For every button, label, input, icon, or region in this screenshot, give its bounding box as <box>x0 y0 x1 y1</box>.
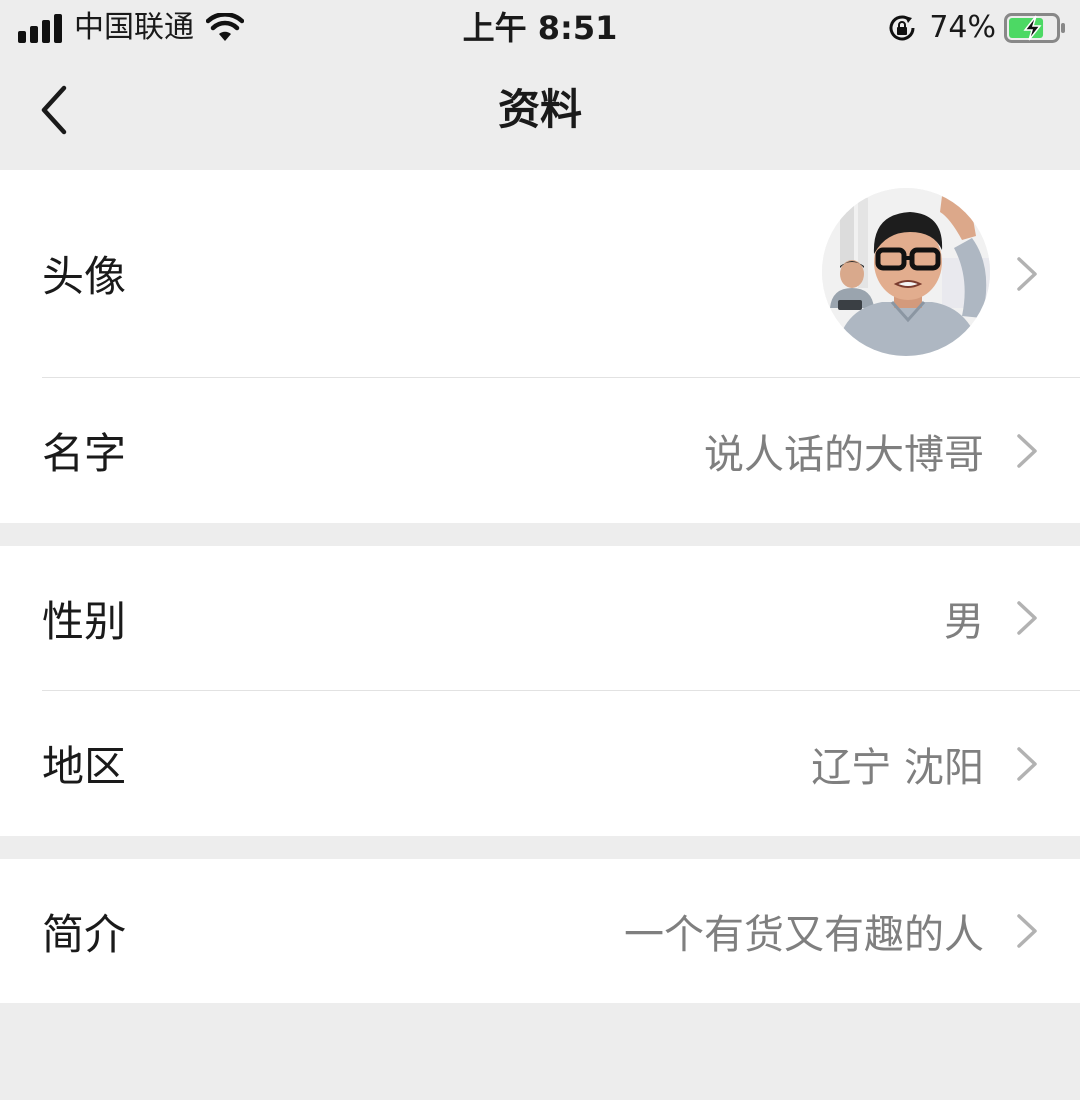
name-value: 说人话的大博哥 <box>704 431 984 478</box>
profile-group-details: 性别 男 地区 辽宁 沈阳 <box>0 546 1080 836</box>
bio-value: 一个有货又有趣的人 <box>624 912 984 958</box>
chevron-right-icon <box>1017 746 1037 781</box>
battery-charging-icon <box>1004 13 1065 43</box>
bio-row[interactable]: 简介 一个有货又有趣的人 <box>0 859 1080 1003</box>
bio-label: 简介 <box>42 909 127 959</box>
profile-group-bio: 简介 一个有货又有趣的人 <box>0 859 1080 1003</box>
name-label: 名字 <box>42 429 127 478</box>
rotation-lock-icon <box>889 15 915 41</box>
region-value: 辽宁 沈阳 <box>811 744 984 791</box>
avatar[interactable] <box>822 188 990 356</box>
avatar-image <box>822 188 990 356</box>
page-title: 资料 <box>497 85 582 134</box>
chevron-right-icon <box>1017 601 1037 635</box>
avatar-row[interactable]: 头像 <box>0 170 1080 377</box>
profile-group-basic: 头像 名字 说人话的大博哥 <box>0 170 1080 523</box>
name-row[interactable]: 名字 说人话的大博哥 <box>0 378 1080 523</box>
status-bar: 中国联通 上午 8:51 74% <box>0 0 1080 56</box>
chevron-right-icon <box>1017 256 1037 291</box>
status-right: 74% <box>887 8 1066 48</box>
avatar-label: 头像 <box>42 252 127 301</box>
chevron-right-icon <box>1017 433 1037 468</box>
region-label: 地区 <box>42 742 127 791</box>
gender-value: 男 <box>944 599 984 645</box>
gender-row[interactable]: 性别 男 <box>0 546 1080 690</box>
region-row[interactable]: 地区 辽宁 沈阳 <box>0 691 1080 836</box>
navigation-bar: 资料 <box>0 56 1080 170</box>
gender-label: 性别 <box>42 596 127 646</box>
battery-percent: 74% <box>929 10 996 45</box>
chevron-right-icon <box>1017 914 1037 948</box>
